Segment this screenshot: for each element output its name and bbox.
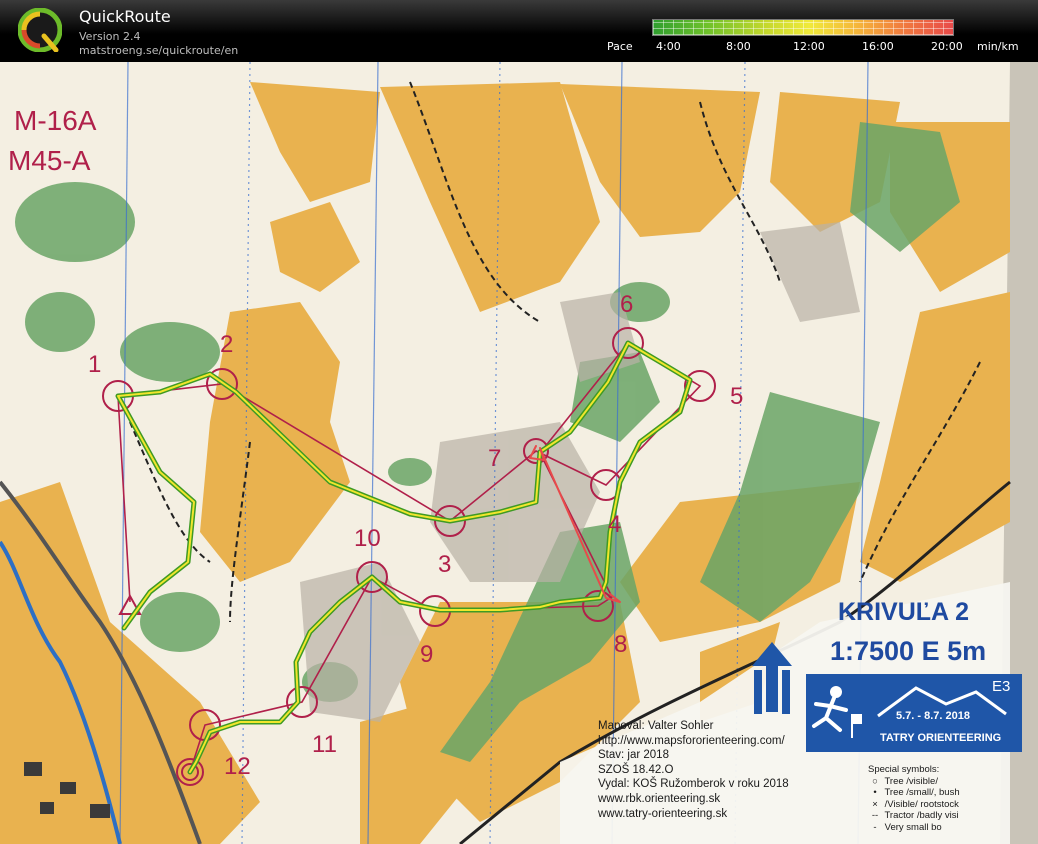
app-title: QuickRoute bbox=[79, 7, 171, 26]
control-number: 5 bbox=[730, 383, 743, 410]
symbol-glyph: • bbox=[873, 787, 877, 799]
control-number: 6 bbox=[620, 291, 633, 318]
symbol-glyph: - bbox=[873, 821, 877, 833]
course-class-label: M-16A bbox=[14, 105, 97, 136]
control-number: 3 bbox=[438, 551, 451, 578]
app-version: Version 2.4 bbox=[79, 30, 141, 43]
control-number: 10 bbox=[354, 525, 381, 552]
event-stage-code: E3 bbox=[992, 678, 1011, 695]
symbol-label: /Visible/ rootstock bbox=[884, 798, 959, 810]
symbol-row: ○ Tree /visible/ bbox=[868, 776, 960, 788]
control-number: 12 bbox=[224, 753, 251, 780]
credit-line: http://www.mapsfororienteering.com/ bbox=[598, 734, 785, 747]
event-dates: 5.7. - 8.7. 2018 bbox=[896, 710, 970, 722]
credit-line: Mapoval: Valter Sohler bbox=[598, 720, 714, 732]
credit-line: Stav: jar 2018 bbox=[598, 749, 669, 762]
symbol-glyph: × bbox=[872, 798, 878, 810]
credit-line: www.rbk.orienteering.sk bbox=[598, 792, 721, 805]
symbol-label: Very small bo bbox=[884, 821, 942, 833]
pace-tick-label: 4:00 bbox=[656, 40, 681, 53]
pace-tick-label: 16:00 bbox=[862, 40, 894, 53]
control-number: 4 bbox=[608, 511, 621, 538]
symbol-glyph: -- bbox=[871, 810, 879, 822]
symbol-row: • Tree /small/, bush bbox=[868, 787, 960, 799]
credit-line: SZOŠ 18.42.O bbox=[598, 763, 674, 776]
special-symbols-legend: Special symbols: ○ Tree /visible/ • Tree… bbox=[868, 764, 960, 834]
pace-tick-label: 20:00 bbox=[931, 40, 963, 53]
special-symbols-title: Special symbols: bbox=[868, 764, 940, 775]
control-number: 9 bbox=[420, 641, 433, 668]
control-number: 7 bbox=[488, 445, 501, 472]
control-number: 1 bbox=[88, 351, 101, 378]
credit-line: www.tatry-orienteering.sk bbox=[598, 807, 728, 820]
symbol-glyph: ○ bbox=[872, 775, 878, 787]
course-class-label: M45-A bbox=[8, 145, 91, 176]
quickroute-logo-icon bbox=[18, 8, 62, 52]
map-credits: Mapoval: Valter Sohler http://www.mapsfo… bbox=[598, 719, 789, 821]
credit-line: Vydal: KOŠ Ružomberok v roku 2018 bbox=[598, 778, 789, 791]
event-name: TATRY ORIENTEERING bbox=[880, 732, 1002, 744]
symbol-label: Tree /visible/ bbox=[884, 775, 938, 787]
app-url-link[interactable]: matstroeng.se/quickroute/en bbox=[79, 44, 238, 57]
app-header: QuickRoute Version 2.4 matstroeng.se/qui… bbox=[0, 0, 1038, 62]
control-number: 11 bbox=[312, 731, 337, 758]
pace-unit-label: min/km bbox=[977, 40, 1019, 53]
orienteering-map[interactable]: M-16A M45-A 1 2 3 4 5 6 7 8 9 10 11 12 K… bbox=[0, 62, 1038, 844]
symbol-label: Tractor /badly visi bbox=[884, 810, 959, 822]
event-logo-panel: E3 5.7. - 8.7. 2018 TATRY ORIENTEERING bbox=[806, 674, 1022, 752]
pace-legend-label: Pace bbox=[607, 40, 633, 53]
control-number: 2 bbox=[220, 331, 233, 358]
pace-tick-label: 12:00 bbox=[793, 40, 825, 53]
map-scale: 1:7500 E 5m bbox=[830, 636, 987, 666]
pace-color-scale bbox=[652, 19, 954, 36]
pace-tick-label: 8:00 bbox=[726, 40, 751, 53]
symbol-row: -- Tractor /badly visi bbox=[868, 810, 960, 822]
symbol-row: × /Visible/ rootstock bbox=[868, 799, 960, 811]
symbol-row: - Very small bo bbox=[868, 822, 960, 834]
symbol-label: Tree /small/, bush bbox=[884, 787, 960, 799]
control-number: 8 bbox=[614, 631, 627, 658]
map-title: KRIVUĽA 2 bbox=[838, 598, 970, 626]
